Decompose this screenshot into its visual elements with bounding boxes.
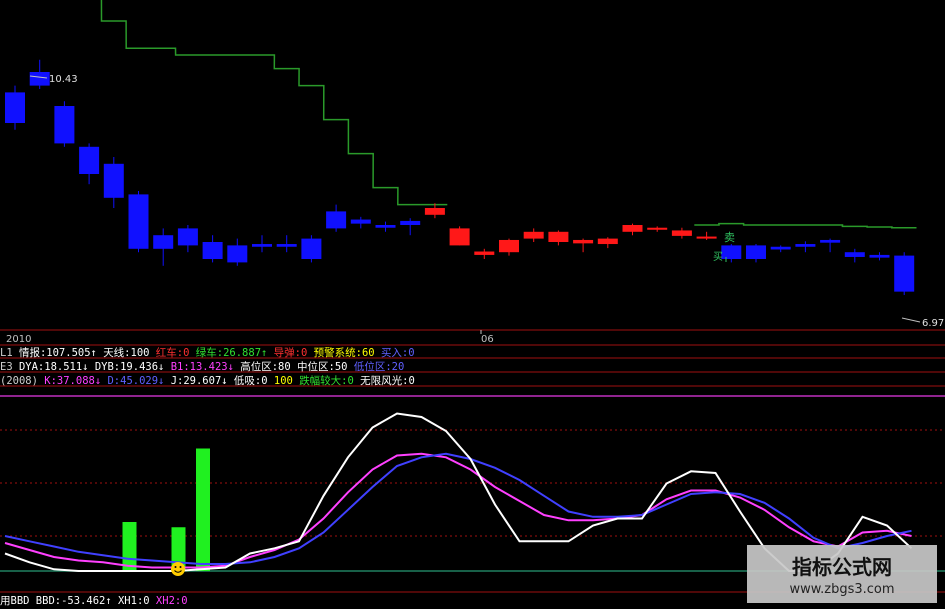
- indicator-value: DYB:19.436↓: [95, 361, 171, 373]
- indicator-value: K:37.088↓: [44, 375, 107, 387]
- candle-body: [227, 245, 248, 263]
- buy-signal-label: 买: [713, 251, 723, 263]
- price-panel: [5, 0, 917, 296]
- candle-body: [400, 220, 421, 225]
- indicator-value: 跌幅较大:0: [299, 374, 360, 387]
- candle-body: [252, 244, 272, 247]
- candle-body: [449, 228, 470, 246]
- smiley-icon: [171, 562, 185, 576]
- signal-bar: [196, 448, 210, 571]
- bbd-value: XH1:0: [118, 595, 156, 607]
- indicator-value: 中位区:50: [297, 360, 354, 373]
- candle-body: [671, 230, 692, 236]
- candle-body: [350, 219, 371, 224]
- indicator-row-prefix: (2008): [0, 375, 44, 387]
- indicator-value: 导弹:0: [274, 346, 314, 359]
- indicator-value: 100: [274, 375, 299, 387]
- indicator-value: DYA:18.511↓: [19, 361, 95, 373]
- candle-body: [647, 227, 668, 230]
- bbd-value: BBD:-53.462↑: [36, 595, 118, 607]
- candle-body: [499, 239, 519, 253]
- indicator-value: 低吸:0: [234, 374, 274, 387]
- indicator-row: (2008) K:37.088↓ D:45.029↓ J:29.607↓ 低吸:…: [0, 374, 415, 387]
- indicator-value: 红车:0: [156, 346, 196, 359]
- indicator-value: D:45.029↓: [107, 375, 170, 387]
- candle-body: [276, 244, 297, 247]
- candle-body: [5, 92, 25, 123]
- indicator-value: 绿车:26.887↑: [196, 346, 274, 359]
- indicator-row: E3 DYA:18.511↓ DYB:19.436↓ B1:13.423↓ 高位…: [0, 360, 404, 373]
- bbd-value: 用BBD: [0, 595, 36, 607]
- bbd-row: 用BBD BBD:-53.462↑ XH1:0 XH2:0: [0, 595, 188, 607]
- candle-body: [103, 163, 124, 198]
- candle-body: [869, 254, 890, 258]
- high-price-label: 10.43: [49, 74, 78, 85]
- signal-bar: [122, 522, 137, 571]
- candle-body: [326, 211, 347, 229]
- watermark-title: 指标公式网: [792, 555, 892, 579]
- candle-body: [424, 208, 445, 215]
- candle-body: [770, 246, 791, 250]
- low-price-label: 6.97: [922, 318, 944, 329]
- candle-body: [523, 231, 544, 239]
- candle-body: [474, 251, 495, 255]
- indicator-info-rows: L1 情报:107.505↑ 天线:100 红车:0 绿车:26.887↑ 导弹…: [0, 346, 415, 387]
- candle-body: [128, 194, 149, 249]
- candle-body: [177, 228, 198, 246]
- candle-body: [622, 225, 643, 232]
- candle-body: [375, 225, 396, 228]
- candle-body: [894, 255, 915, 292]
- indicator-value: B1:13.423↓: [171, 361, 241, 373]
- indicator-value: 高位区:80: [240, 360, 297, 373]
- candle-body: [597, 238, 618, 245]
- low-price-leader: [901, 317, 921, 323]
- bbd-value: XH2:0: [156, 595, 188, 607]
- indicator-row: L1 情报:107.505↑ 天线:100 红车:0 绿车:26.887↑ 导弹…: [0, 346, 415, 359]
- indicator-value: 情报:107.505↑: [19, 346, 103, 359]
- candle-body: [548, 231, 569, 242]
- candle-body: [820, 239, 841, 243]
- date-tick-2010: 2010: [6, 334, 31, 345]
- indicator-value: 无限风光:0: [360, 374, 415, 387]
- candle-body: [573, 239, 594, 244]
- stock-chart-screen: L1 情报:107.505↑ 天线:100 红车:0 绿车:26.887↑ 导弹…: [0, 0, 945, 609]
- indicator-row-prefix: E3: [0, 361, 19, 373]
- candle-body: [844, 252, 865, 257]
- indicator-value: J:29.607↓: [171, 375, 234, 387]
- watermark-url: www.zbgs3.com: [789, 582, 895, 597]
- candle-body: [202, 242, 223, 259]
- candle-body: [153, 235, 174, 249]
- indicator-value: 低位区:20: [354, 360, 404, 373]
- candle-body: [301, 238, 322, 259]
- indicator-value: 买入:0: [381, 347, 415, 359]
- candle-body: [54, 106, 75, 144]
- date-tick-06: 06: [481, 334, 494, 345]
- candle-body: [795, 244, 816, 247]
- indicator-value: 预警系统:60: [314, 346, 381, 359]
- candle-body: [746, 245, 766, 259]
- candle-body: [696, 236, 717, 239]
- indicator-row-prefix: L1: [0, 347, 19, 359]
- candle-body: [79, 146, 100, 174]
- watermark-badge: 指标公式网 www.zbgs3.com: [747, 545, 937, 603]
- trailing-stop-line: [100, 0, 448, 206]
- chart-canvas: L1 情报:107.505↑ 天线:100 红车:0 绿车:26.887↑ 导弹…: [0, 0, 945, 607]
- candle-body: [721, 245, 742, 259]
- candle-body: [29, 72, 50, 86]
- indicator-value: 天线:100: [103, 346, 156, 359]
- trailing-stop-line: [694, 222, 917, 229]
- sell-signal-label: 卖: [724, 231, 735, 244]
